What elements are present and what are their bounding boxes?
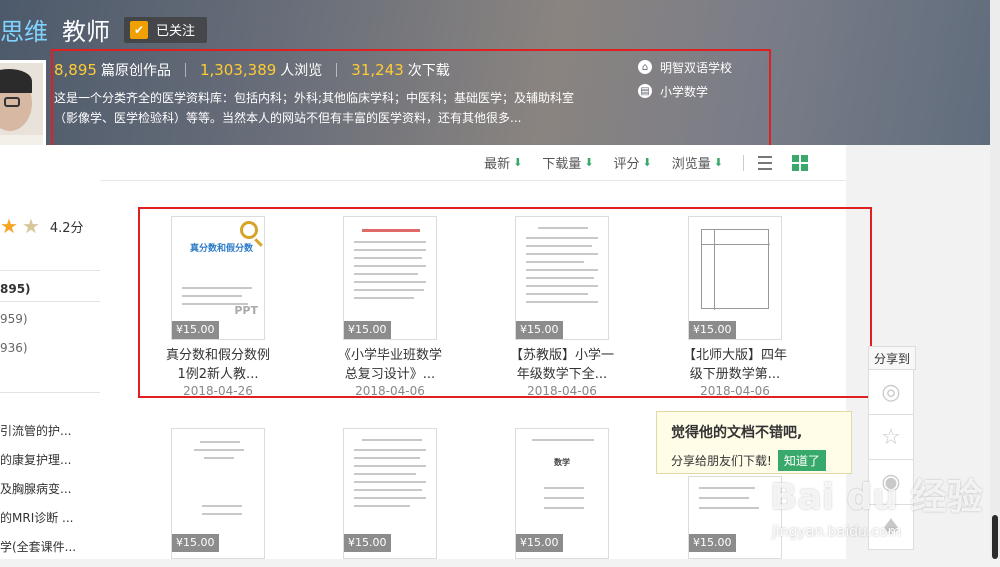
scrollbar[interactable]: [990, 0, 1000, 559]
sort-bar: 最新 ⬇ 下载量 ⬇ 评分 ⬇ 浏览量 ⬇: [100, 145, 846, 181]
profile-title: 思维 教师 ✔ 已关注: [0, 12, 208, 47]
thumb-title: 真分数和假分数: [190, 244, 254, 254]
arrow-down-icon: ⬇: [713, 156, 723, 169]
price-badge: ¥15.00: [344, 534, 391, 552]
arrow-down-icon: ⬇: [642, 156, 652, 169]
doc-title[interactable]: 真分数和假分数例 1例2新人教...: [153, 346, 283, 384]
thumb-tag: PPT: [234, 304, 258, 317]
tooltip-heading: 觉得他的文档不错吧,: [671, 425, 803, 441]
doc-date: 2018-04-26: [183, 384, 253, 398]
doc-date: 2018-04-06: [700, 384, 770, 398]
sort-downloads[interactable]: 下载量 ⬇: [542, 153, 593, 172]
watermark: Bai du 经验: [770, 477, 983, 518]
doc-thumbnail[interactable]: ¥15.00: [515, 216, 609, 340]
doc-thumbnail[interactable]: ¥15.00: [343, 216, 437, 340]
list-item[interactable]: 的MRI诊断 ...: [0, 509, 100, 538]
doc-title[interactable]: 《小学毕业班数学 总复习设计》...: [325, 346, 455, 384]
price-badge: ¥15.00: [689, 534, 736, 552]
profile-name[interactable]: 思维: [0, 12, 48, 47]
price-badge: ¥15.00: [516, 321, 563, 339]
list-item[interactable]: 引流管的护...: [0, 422, 100, 451]
sort-latest[interactable]: 最新 ⬇: [484, 153, 522, 172]
wechat-icon: ◎: [881, 379, 901, 405]
price-badge: ¥15.00: [689, 321, 736, 339]
divider: [0, 301, 100, 302]
wechat-share-button[interactable]: ◎: [868, 369, 914, 415]
doc-thumbnail[interactable]: 真分数和假分数 PPT ¥15.00: [171, 216, 265, 340]
star-icon: ★: [0, 214, 18, 238]
half-star-icon: ★: [21, 214, 40, 238]
list-item[interactable]: 及胸腺病变...: [0, 480, 100, 509]
watermark-url: jingyan.baidu.com: [772, 524, 902, 540]
star-icon: ☆: [881, 424, 901, 450]
follow-label: 已关注: [156, 24, 196, 39]
rating: ★ ★ 4.2分: [0, 214, 84, 238]
price-badge: ¥15.00: [516, 534, 563, 552]
follow-button[interactable]: ✔ 已关注: [124, 16, 208, 43]
sort-views[interactable]: 浏览量 ⬇: [672, 153, 723, 172]
grid-view-icon[interactable]: [792, 154, 808, 171]
magnifier-icon: [240, 221, 258, 239]
share-label: 分享到: [868, 346, 916, 370]
hot-docs-list: 引流管的护... 的康复护理... 及胸腺病变... 的MRI诊断 ... 学(…: [0, 422, 100, 567]
divider: [743, 154, 744, 171]
price-badge: ¥15.00: [172, 321, 219, 339]
profile-role: 教师: [62, 18, 110, 46]
divider: [0, 270, 100, 271]
doc-date: 2018-04-06: [527, 384, 597, 398]
doc-date: 2018-04-06: [355, 384, 425, 398]
list-item[interactable]: 的康复护理...: [0, 451, 100, 480]
sort-rating[interactable]: 评分 ⬇: [614, 153, 652, 172]
category-count-total[interactable]: 895): [0, 282, 31, 296]
doc-thumbnail[interactable]: ¥15.00: [343, 428, 437, 559]
arrow-down-icon: ⬇: [584, 156, 594, 169]
list-view-icon[interactable]: [758, 155, 772, 170]
doc-thumbnail[interactable]: ¥15.00: [171, 428, 265, 559]
share-tooltip: 觉得他的文档不错吧, 分享给朋友们下载! 知道了: [656, 411, 852, 474]
divider: [0, 392, 100, 393]
favorite-share-button[interactable]: ☆: [868, 414, 914, 460]
category-count[interactable]: 936): [0, 341, 28, 355]
arrow-down-icon: ⬇: [513, 156, 523, 169]
thumb-title: 数学: [554, 458, 570, 467]
price-badge: ¥15.00: [172, 534, 219, 552]
category-count[interactable]: 959): [0, 312, 28, 326]
doc-title[interactable]: 【北师大版】四年 级下册数学第...: [670, 346, 800, 384]
doc-title[interactable]: 【苏教版】小学一 年级数学下全...: [497, 346, 627, 384]
doc-thumbnail[interactable]: 数学 ¥15.00: [515, 428, 609, 559]
list-item[interactable]: 学(全套课件...: [0, 538, 100, 567]
doc-thumbnail[interactable]: ¥15.00: [688, 216, 782, 340]
check-icon: ✔: [130, 20, 148, 39]
scrollbar-thumb[interactable]: [992, 515, 998, 559]
doc-thumbnail[interactable]: ¥15.00: [688, 476, 782, 559]
price-badge: ¥15.00: [344, 321, 391, 339]
rating-score: 4.2分: [49, 220, 84, 236]
